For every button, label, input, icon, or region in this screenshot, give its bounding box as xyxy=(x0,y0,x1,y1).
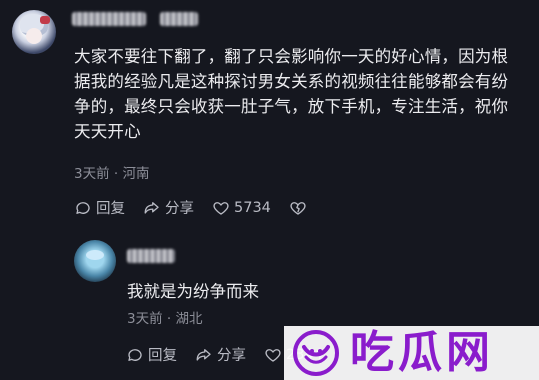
comment-bubble-icon xyxy=(128,348,142,361)
dislike-button[interactable] xyxy=(289,199,307,217)
comment-thread: 大家不要往下翻了，翻了只会影响你一天的好心情，因为根据我的经验凡是这种探讨男女关… xyxy=(0,0,539,380)
share-arrow-icon xyxy=(196,348,211,361)
reply-share-button[interactable]: 分享 xyxy=(195,344,246,365)
heart-icon xyxy=(265,348,281,362)
comment-actions: 回复 分享 5734 xyxy=(74,197,307,218)
watermelon-logo-icon xyxy=(293,330,339,376)
comment-bubble-icon xyxy=(76,201,90,214)
replier-avatar[interactable] xyxy=(74,240,116,282)
replier-name-blurred[interactable] xyxy=(127,249,175,263)
reply-body: 我就是为纷争而来 xyxy=(127,282,259,301)
share-label: 分享 xyxy=(165,201,194,217)
reply-reply-label: 回复 xyxy=(148,348,177,364)
reply-label: 回复 xyxy=(96,201,125,217)
commenter-tag-blurred xyxy=(160,12,198,26)
comment-meta: 3天前 · 河南 xyxy=(74,166,150,182)
commenter-name-blurred[interactable] xyxy=(72,12,146,26)
watermark-text: 吃瓜网 xyxy=(350,327,494,378)
site-watermark: 吃瓜网 xyxy=(284,326,539,380)
reply-button[interactable]: 回复 xyxy=(74,197,125,218)
commenter-avatar[interactable] xyxy=(12,10,56,54)
broken-heart-icon xyxy=(290,201,306,215)
reply-share-label: 分享 xyxy=(217,348,246,364)
like-button[interactable]: 5734 xyxy=(212,199,271,217)
like-count: 5734 xyxy=(234,199,271,216)
share-button[interactable]: 分享 xyxy=(143,197,194,218)
comment-body: 大家不要往下翻了，翻了只会影响你一天的好心情，因为根据我的经验凡是这种探讨男女关… xyxy=(74,47,509,141)
reply-meta: 3天前 · 湖北 xyxy=(127,311,203,327)
share-arrow-icon xyxy=(144,201,159,214)
heart-icon xyxy=(213,201,229,215)
reply-reply-button[interactable]: 回复 xyxy=(126,344,177,365)
